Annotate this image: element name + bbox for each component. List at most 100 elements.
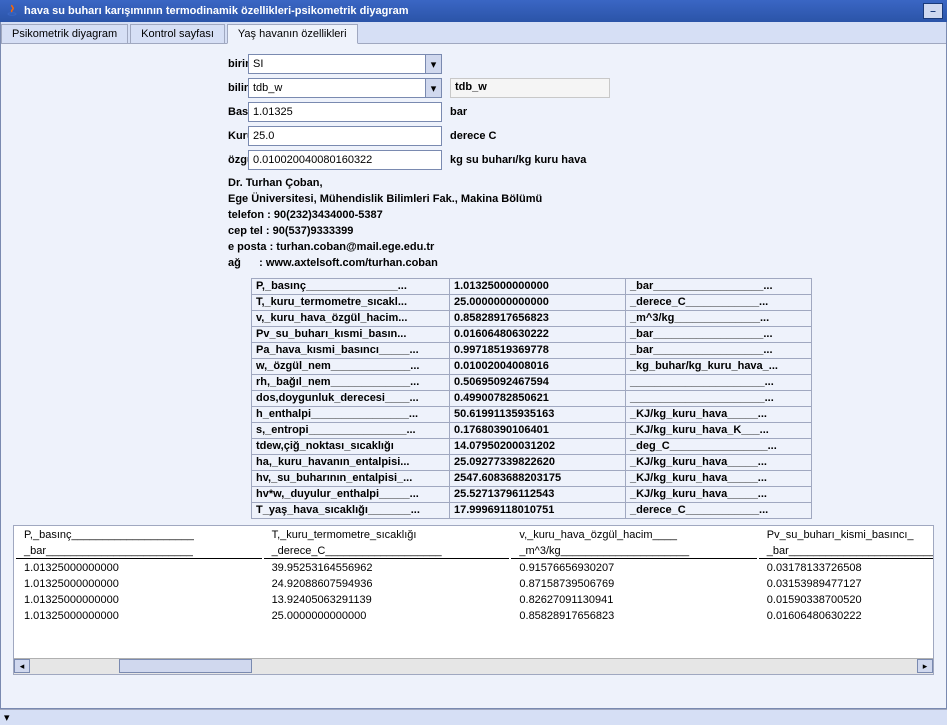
author-email: e posta : turhan.coban@mail.ege.edu.tr: [228, 240, 934, 256]
property-unit: _derece_C____________...: [626, 502, 812, 518]
tab-yas-havanin-ozellikleri[interactable]: Yaş havanın özellikleri: [227, 24, 358, 44]
property-name: h_enthalpi________________...: [252, 406, 450, 422]
property-row: hv,_su_buharının_entalpisi_...2547.60836…: [252, 470, 812, 486]
property-row: rh,_bağıl_nem_____________...0.506950924…: [252, 374, 812, 390]
tab-kontrol-sayfasi[interactable]: Kontrol sayfası: [130, 24, 225, 43]
pressure-input[interactable]: [248, 102, 442, 122]
property-row: T,_kuru_termometre_sıcakl...25.000000000…: [252, 294, 812, 310]
property-value: 0.85828917656823: [450, 310, 626, 326]
grid-cell: 0.91576656930207: [511, 561, 756, 575]
property-unit: _KJ/kg_kuru_hava_____...: [626, 406, 812, 422]
property-value: 0.01606480630222: [450, 326, 626, 342]
property-name: s,_entropi________________...: [252, 422, 450, 438]
author-info: Dr. Turhan Çoban, Ege Üniversitesi, Mühe…: [228, 176, 934, 272]
grid-cell: 0.87158739506769: [511, 577, 756, 591]
property-value: 50.61991135935163: [450, 406, 626, 422]
w-input[interactable]: [248, 150, 442, 170]
java-icon: [4, 3, 20, 19]
property-unit: _KJ/kg_kuru_hava_____...: [626, 454, 812, 470]
scroll-right-button[interactable]: ▸: [917, 659, 933, 673]
property-row: w,_özgül_nem_____________...0.0100200400…: [252, 358, 812, 374]
property-value: 1.01325000000000: [450, 278, 626, 294]
grid-cell: 1.01325000000000: [16, 593, 262, 607]
grid-cell: 39.95253164556962: [264, 561, 510, 575]
property-value: 0.50695092467594: [450, 374, 626, 390]
author-phone: telefon : 90(232)3434000-5387: [228, 208, 934, 224]
grid-row: 1.0132500000000013.924050632911390.82627…: [16, 593, 934, 607]
grid-header: v,_kuru_hava_özgül_hacim____: [511, 528, 756, 542]
grid-unit-header: _derece_C___________________: [264, 544, 510, 559]
minimize-button[interactable]: –: [923, 3, 943, 19]
pressure-label: Basınç: [13, 106, 248, 118]
known-pair-display: tdb_w: [450, 78, 610, 98]
app-frame: Psikometrik diyagram Kontrol sayfası Yaş…: [0, 22, 947, 709]
property-unit: _derece_C____________...: [626, 294, 812, 310]
window-titlebar: hava su buharı karışımının termodinamik …: [0, 0, 947, 22]
property-name: hv*w,_duyulur_enthalpi_____...: [252, 486, 450, 502]
w-label: özgül nem: [13, 154, 248, 166]
grid-cell: 0.82627091130941: [511, 593, 756, 607]
properties-table: P,_basınç_______________... 1.0132500000…: [251, 278, 812, 519]
tdb-label: Kuru hava sıcaklığı: [13, 130, 248, 142]
property-unit: _KJ/kg_kuru_hava_____...: [626, 486, 812, 502]
property-row: tdew,çiğ_noktası_sıcaklığı14.07950200031…: [252, 438, 812, 454]
property-row: h_enthalpi________________...50.61991135…: [252, 406, 812, 422]
property-name: P,_basınç_______________...: [252, 278, 450, 294]
scroll-thumb[interactable]: [119, 659, 252, 673]
grid-unit-header: _m^3/kg_____________________: [511, 544, 756, 559]
property-value: 25.52713796112543: [450, 486, 626, 502]
property-row: Pa_hava_kısmi_basıncı_____...0.997185193…: [252, 342, 812, 358]
window-title: hava su buharı karışımının termodinamik …: [24, 5, 409, 17]
grid-row: 1.0132500000000039.952531645569620.91576…: [16, 561, 934, 575]
grid-header: Pv_su_buharı_kismi_basıncı_: [759, 528, 934, 542]
pressure-unit: bar: [450, 106, 467, 118]
property-name: T,_kuru_termometre_sıcakl...: [252, 294, 450, 310]
property-unit: ______________________...: [626, 390, 812, 406]
property-name: Pv_su_buharı_kısmi_basın...: [252, 326, 450, 342]
known-pair-select[interactable]: [248, 78, 426, 98]
statusbar-icon: ▾: [4, 711, 10, 724]
grid-cell: 0.85828917656823: [511, 609, 756, 623]
property-row: hv*w,_duyulur_enthalpi_____...25.5271379…: [252, 486, 812, 502]
grid-cell: 25.0000000000000: [264, 609, 510, 623]
property-row: ha,_kuru_havanın_entalpisi...25.09277339…: [252, 454, 812, 470]
property-value: 25.09277339822620: [450, 454, 626, 470]
property-name: tdew,çiğ_noktası_sıcaklığı: [252, 438, 450, 454]
property-row: T_yaş_hava_sıcaklığı_______...17.9996911…: [252, 502, 812, 518]
grid-header: T,_kuru_termometre_sıcaklığı: [264, 528, 510, 542]
known-pair-dropdown-button[interactable]: ▾: [426, 78, 442, 98]
property-name: dos,doygunluk_derecesi____...: [252, 390, 450, 406]
statusbar: ▾: [0, 709, 947, 725]
property-value: 2547.6083688203175: [450, 470, 626, 486]
property-name: ha,_kuru_havanın_entalpisi...: [252, 454, 450, 470]
results-grid: P,_basınç____________________T,_kuru_ter…: [13, 525, 934, 675]
unit-system-select[interactable]: [248, 54, 426, 74]
property-name: v,_kuru_hava_özgül_hacim...: [252, 310, 450, 326]
property-unit: ______________________...: [626, 374, 812, 390]
grid-cell: 0.03153989477127: [759, 577, 934, 591]
property-name: T_yaş_hava_sıcaklığı_______...: [252, 502, 450, 518]
property-unit: _bar__________________...: [626, 326, 812, 342]
property-unit: _deg_C________________...: [626, 438, 812, 454]
tab-psikometrik-diyagram[interactable]: Psikometrik diyagram: [1, 24, 128, 43]
unit-system-dropdown-button[interactable]: ▾: [426, 54, 442, 74]
grid-row: 1.0132500000000025.00000000000000.858289…: [16, 609, 934, 623]
horizontal-scrollbar[interactable]: ◂ ▸: [14, 658, 933, 674]
author-web: ağ : www.axtelsoft.com/turhan.coban: [228, 256, 934, 272]
known-pair-label: bilinen özellikler çiftini giriniz :: [13, 82, 248, 94]
property-unit: _kg_buhar/kg_kuru_hava_...: [626, 358, 812, 374]
property-value: 0.99718519369778: [450, 342, 626, 358]
w-unit: kg su buharı/kg kuru hava: [450, 154, 586, 166]
grid-cell: 1.01325000000000: [16, 577, 262, 591]
grid-cell: 13.92405063291139: [264, 593, 510, 607]
scroll-left-button[interactable]: ◂: [14, 659, 30, 673]
author-affiliation: Ege Üniversitesi, Mühendislik Bilimleri …: [228, 192, 934, 208]
grid-unit-header: _bar________________________: [16, 544, 262, 559]
property-unit: _KJ/kg_kuru_hava_____...: [626, 470, 812, 486]
grid-cell: 0.01590338700520: [759, 593, 934, 607]
chevron-down-icon: ▾: [431, 82, 437, 95]
tdb-input[interactable]: [248, 126, 442, 146]
unit-system-label: birim sistemi: [13, 58, 248, 70]
property-unit: _m^3/kg______________...: [626, 310, 812, 326]
tab-content: birim sistemi ▾ bilinen özellikler çifti…: [1, 44, 946, 708]
